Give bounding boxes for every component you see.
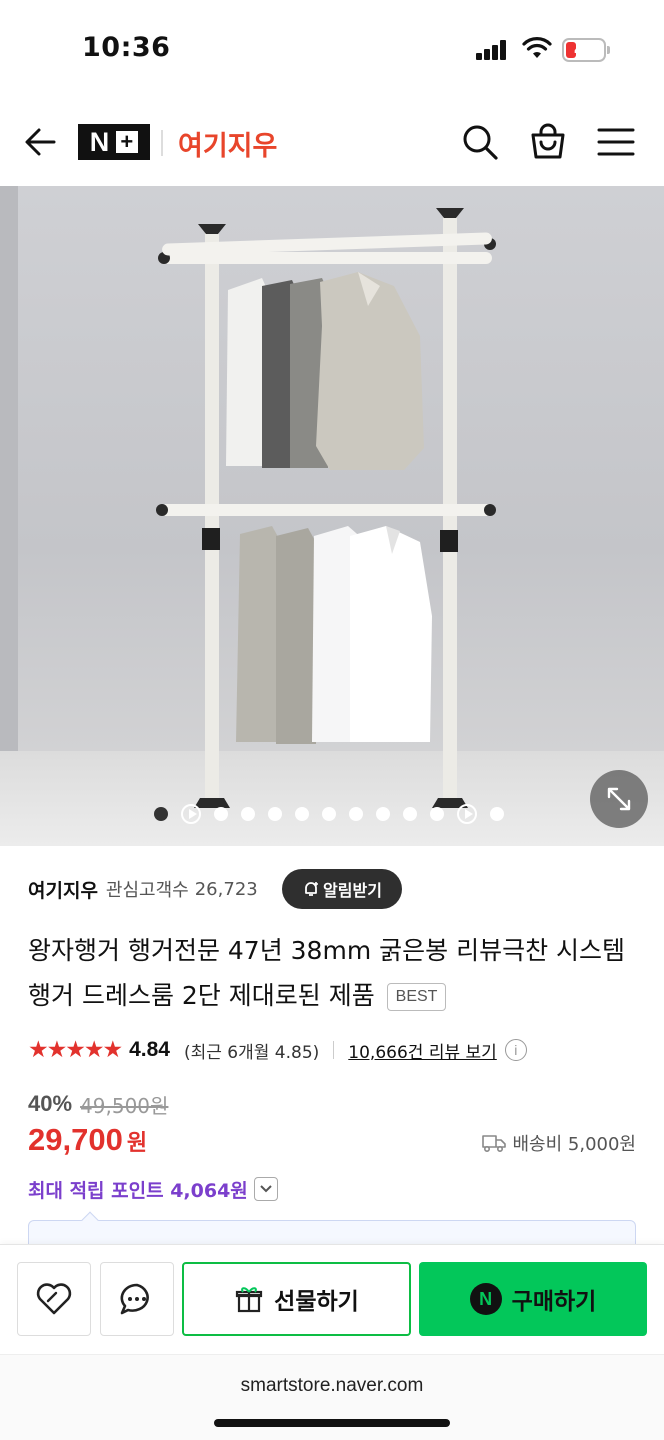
chevron-down-icon[interactable]: [253, 1177, 278, 1201]
followers-count: 26,723: [194, 878, 258, 900]
carousel-dot[interactable]: [322, 807, 336, 821]
status-bar: 10:36 4: [0, 0, 664, 100]
max-points-label: 최대 적립 포인트 4,064원: [28, 1179, 248, 1202]
alarm-subscribe-button[interactable]: 알림받기: [282, 869, 402, 909]
original-price: 49,500원: [80, 1093, 169, 1118]
rating-row: ★★★★★ 4.84 (최근 6개월 4.85) 10,666건 리뷰 보기 i: [28, 1034, 527, 1066]
chat-bubble-icon: [120, 1283, 149, 1315]
battery-level: 4: [574, 41, 585, 59]
carousel-video-dot[interactable]: [181, 804, 201, 824]
bottom-action-bar: 선물하기 N 구매하기: [0, 1244, 664, 1354]
carousel-dot[interactable]: [154, 807, 168, 821]
sale-price-value: 29,700: [28, 1122, 123, 1157]
review-link[interactable]: 10,666건 리뷰 보기: [348, 1038, 497, 1063]
gift-button[interactable]: 선물하기: [182, 1262, 411, 1336]
header-divider: [161, 130, 163, 156]
expand-icon: [607, 787, 631, 811]
carousel-dot[interactable]: [376, 807, 390, 821]
followers-label: 관심고객수: [105, 880, 189, 901]
carousel-dot[interactable]: [430, 807, 444, 821]
rating-value: 4.84: [129, 1038, 170, 1061]
seller-name[interactable]: 여기지우: [28, 876, 98, 903]
browser-url-bar[interactable]: smartstore.naver.com: [0, 1354, 664, 1440]
gift-button-label: 선물하기: [274, 1289, 359, 1315]
points-row[interactable]: 최대 적립 포인트 4,064원: [28, 1172, 278, 1206]
alarm-button-label: 알림받기: [323, 881, 382, 900]
logo-letter: N: [89, 126, 111, 157]
carousel-dot[interactable]: [490, 807, 504, 821]
npay-icon: N: [469, 1283, 502, 1315]
talk-talk-button[interactable]: [100, 1262, 174, 1336]
battery-cap: [607, 46, 610, 54]
info-icon[interactable]: i: [504, 1039, 527, 1061]
shopping-bag-icon[interactable]: [528, 122, 568, 162]
seller-row: 여기지우 관심고객수 26,723: [28, 868, 258, 910]
carousel-dot[interactable]: [403, 807, 417, 821]
wifi-icon: [522, 37, 552, 58]
discount-rate: 40%: [28, 1091, 73, 1116]
carousel-dot[interactable]: [295, 807, 309, 821]
shipping-info: 배송비 5,000원: [481, 1130, 637, 1156]
gift-icon: [236, 1287, 263, 1313]
buy-button-label: 구매하기: [511, 1289, 597, 1315]
app-header: N + 여기지우: [0, 100, 664, 186]
carousel-dot[interactable]: [349, 807, 363, 821]
carousel-video-dot[interactable]: [457, 804, 477, 824]
sale-price: 29,700 원: [28, 1122, 147, 1166]
menu-icon[interactable]: [596, 124, 636, 160]
naver-plus-logo[interactable]: N +: [78, 124, 150, 160]
product-title: 왕자행거 행거전문 47년 38mm 굵은봉 리뷰극찬 시스템행거 드레스룸 2…: [28, 928, 628, 1018]
discount-row: 40% 49,500원: [28, 1088, 168, 1120]
best-badge: BEST: [386, 983, 447, 1011]
status-time: 10:36: [82, 32, 171, 63]
store-name[interactable]: 여기지우: [178, 124, 277, 163]
shipping-fee: 배송비 5,000원: [512, 1134, 637, 1155]
product-title-text: 왕자행거 행거전문 47년 38mm 굵은봉 리뷰극찬 시스템행거 드레스룸 2…: [28, 936, 626, 1010]
url-text[interactable]: smartstore.naver.com: [0, 1375, 664, 1397]
carousel-dot[interactable]: [241, 807, 255, 821]
rating-recent: (최근 6개월 4.85): [183, 1042, 320, 1063]
buy-button[interactable]: N 구매하기: [419, 1262, 647, 1336]
plus-icon: +: [116, 131, 139, 153]
sale-price-unit: 원: [126, 1131, 148, 1156]
bell-plus-icon: [305, 882, 319, 896]
carousel-indicators[interactable]: [154, 804, 504, 824]
expand-image-button[interactable]: [590, 770, 648, 828]
home-indicator[interactable]: [214, 1419, 450, 1427]
heart-icon: [36, 1283, 72, 1315]
battery-icon: 4: [562, 38, 606, 62]
wishlist-button[interactable]: [17, 1262, 91, 1336]
carousel-dot[interactable]: [214, 807, 228, 821]
cellular-signal-icon: [476, 40, 508, 60]
delivery-truck-icon: [481, 1135, 506, 1153]
back-arrow-icon[interactable]: [22, 124, 58, 160]
rating-stars-icon: ★★★★★: [28, 1037, 123, 1063]
product-image-carousel[interactable]: [0, 186, 664, 846]
hanger-rack-illustration: [156, 208, 496, 808]
carousel-dot[interactable]: [268, 807, 282, 821]
divider: [333, 1041, 335, 1059]
search-icon[interactable]: [460, 122, 500, 162]
